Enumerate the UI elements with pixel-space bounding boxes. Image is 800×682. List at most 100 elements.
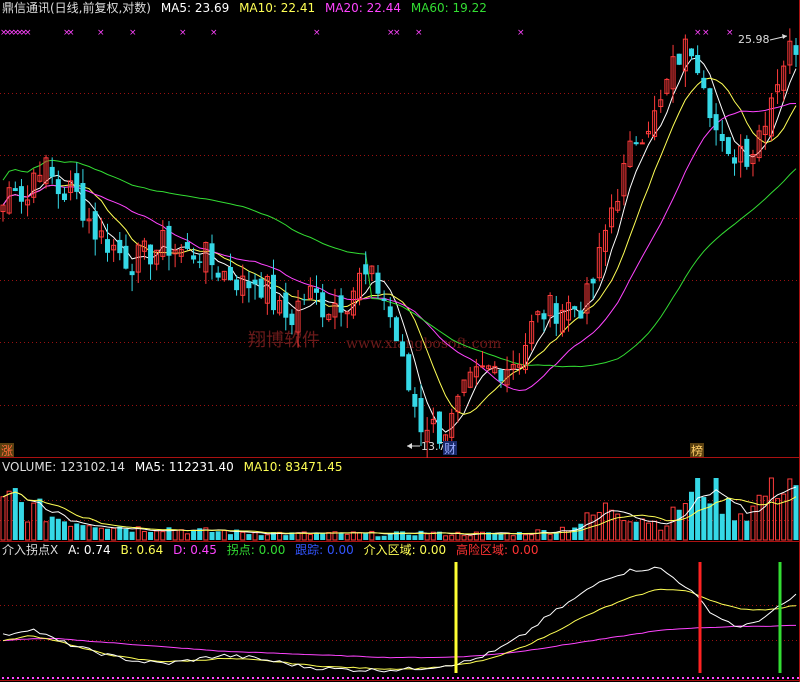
volume-bar-up bbox=[664, 525, 670, 541]
chart-canvas[interactable]: 翔博软件 www.xiangbosoft.com ××××××× ×× × × × × × ×… bbox=[0, 0, 800, 682]
candle-body-down bbox=[105, 239, 111, 253]
bottom-tick bbox=[337, 677, 339, 679]
volume-bar-up bbox=[68, 525, 74, 541]
candle-body-down bbox=[707, 88, 713, 119]
volume-bar-down bbox=[18, 502, 24, 540]
volume-bar-down bbox=[215, 531, 221, 540]
bottom-tick bbox=[612, 677, 614, 679]
bottom-tick bbox=[587, 677, 589, 679]
high-value: 25.98 bbox=[738, 33, 770, 46]
bottom-tick bbox=[197, 677, 199, 679]
candle-body-down bbox=[197, 261, 203, 263]
bottom-tick bbox=[407, 677, 409, 679]
volume-bar-up bbox=[529, 534, 535, 541]
bottom-tick bbox=[722, 677, 724, 679]
bottom-tick bbox=[317, 677, 319, 679]
volume-bar-up bbox=[781, 493, 787, 541]
bottom-tick bbox=[607, 677, 609, 679]
bottom-tick bbox=[292, 677, 294, 679]
candle-body-down bbox=[184, 242, 190, 249]
bottom-tick bbox=[302, 677, 304, 679]
bottom-tick bbox=[137, 677, 139, 679]
bottom-tick bbox=[132, 677, 134, 679]
volume-bar-down bbox=[338, 532, 344, 540]
volume-bar-up bbox=[627, 521, 633, 541]
volume-bar-up bbox=[449, 534, 455, 541]
candle-body-down bbox=[541, 313, 547, 320]
bottom-tick bbox=[652, 677, 654, 679]
volume-bar-up bbox=[559, 526, 565, 541]
indicator-d-line bbox=[2, 624, 796, 659]
candle-body-down bbox=[80, 183, 86, 221]
candle-body-down bbox=[74, 173, 80, 192]
bottom-tick bbox=[687, 677, 689, 679]
bottom-tick bbox=[192, 677, 194, 679]
volume-bar-down bbox=[105, 528, 111, 540]
bottom-tick bbox=[457, 677, 459, 679]
bottom-tick bbox=[92, 677, 94, 679]
bottom-tick bbox=[117, 677, 119, 679]
bottom-tick bbox=[152, 677, 154, 679]
bottom-tick bbox=[252, 677, 254, 679]
volume-bar-down bbox=[320, 533, 326, 540]
bottom-tick bbox=[77, 677, 79, 679]
volume-bar-down bbox=[55, 518, 61, 540]
candle-body-down bbox=[676, 53, 682, 65]
top-marker: × bbox=[702, 28, 710, 38]
badge-bang: 榜 bbox=[691, 443, 703, 458]
volume-bar-up bbox=[424, 533, 430, 541]
bottom-tick bbox=[572, 677, 574, 679]
volume-bar-down bbox=[492, 533, 498, 540]
bottom-tick bbox=[642, 677, 644, 679]
candle-body-down bbox=[406, 354, 412, 391]
bottom-tick bbox=[772, 677, 774, 679]
candle-body-down bbox=[387, 306, 393, 318]
top-marker: × bbox=[129, 28, 137, 38]
volume-bar-down bbox=[227, 534, 233, 540]
bottom-tick bbox=[447, 677, 449, 679]
candle-body-down bbox=[695, 54, 701, 74]
volume-bar-down bbox=[707, 503, 713, 540]
bottom-tick bbox=[757, 677, 759, 679]
candle-body-down bbox=[61, 193, 67, 201]
candle-body-down bbox=[381, 298, 387, 301]
candle-body-down bbox=[744, 138, 750, 167]
volume-bar-down bbox=[191, 529, 197, 540]
candle-body-down bbox=[92, 211, 98, 240]
candle-body-down bbox=[688, 48, 694, 57]
bottom-tick bbox=[362, 677, 364, 679]
volume-bar-down bbox=[61, 521, 67, 540]
bottom-tick bbox=[382, 677, 384, 679]
volume-bar-up bbox=[768, 477, 774, 541]
candle-body-down bbox=[209, 243, 215, 266]
top-marker: × bbox=[67, 28, 75, 38]
volume-bar-up bbox=[756, 494, 762, 541]
candle-body-down bbox=[732, 157, 738, 164]
volume-bar-up bbox=[25, 521, 31, 541]
bottom-tick bbox=[22, 677, 24, 679]
bottom-tick bbox=[307, 677, 309, 679]
bottom-tick bbox=[602, 677, 604, 679]
volume-bar-down bbox=[719, 513, 725, 540]
bottom-tick bbox=[112, 677, 114, 679]
candle-body-down bbox=[252, 279, 258, 285]
candle-body-down bbox=[713, 114, 719, 131]
volume-bar-down bbox=[363, 532, 369, 540]
bottom-tick bbox=[162, 677, 164, 679]
bottom-tick bbox=[157, 677, 159, 679]
candle-body-down bbox=[191, 255, 197, 260]
volume-bar-up bbox=[154, 530, 160, 541]
bottom-tick bbox=[532, 677, 534, 679]
candle-body-down bbox=[590, 278, 596, 284]
bottom-tick bbox=[682, 677, 684, 679]
bottom-tick bbox=[287, 677, 289, 679]
bottom-tick bbox=[182, 677, 184, 679]
candle-body-down bbox=[283, 292, 289, 318]
volume-bar-up bbox=[98, 527, 104, 541]
bottom-tick bbox=[517, 677, 519, 679]
volume-bar-up bbox=[357, 532, 363, 541]
bottom-tick bbox=[627, 677, 629, 679]
bottom-tick bbox=[557, 677, 559, 679]
top-marker: × bbox=[97, 28, 105, 38]
volume-bar-up bbox=[443, 535, 449, 541]
